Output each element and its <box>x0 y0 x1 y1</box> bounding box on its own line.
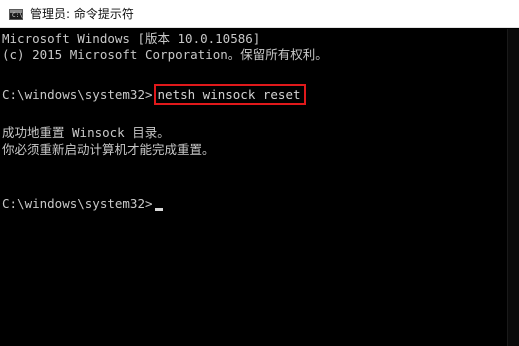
vertical-scrollbar[interactable] <box>507 29 519 346</box>
prompt-text-current: C:\windows\system32> <box>2 196 153 211</box>
text-cursor <box>154 208 163 211</box>
title-bar[interactable]: C:\ 管理员: 命令提示符 <box>0 0 519 28</box>
command-prompt-window: C:\ 管理员: 命令提示符 Microsoft Windows [版本 10.… <box>0 0 519 346</box>
current-prompt-line[interactable]: C:\windows\system32> <box>2 196 163 212</box>
prompt-text: C:\windows\system32> <box>2 87 153 102</box>
copyright-line: (c) 2015 Microsoft Corporation。保留所有权利。 <box>2 47 328 62</box>
result-line: 成功地重置 Winsock 目录。 <box>2 125 170 140</box>
version-line: Microsoft Windows [版本 10.0.10586] <box>2 31 261 46</box>
highlighted-command: netsh winsock reset <box>153 84 306 105</box>
cmd-icon: C:\ <box>9 9 23 20</box>
console-output[interactable]: Microsoft Windows [版本 10.0.10586] (c) 20… <box>0 29 507 346</box>
window-title: 管理员: 命令提示符 <box>30 7 134 21</box>
restart-notice-line: 你必须重新启动计算机才能完成重置。 <box>2 142 215 157</box>
command-line: C:\windows\system32> netsh winsock reset <box>2 84 306 105</box>
